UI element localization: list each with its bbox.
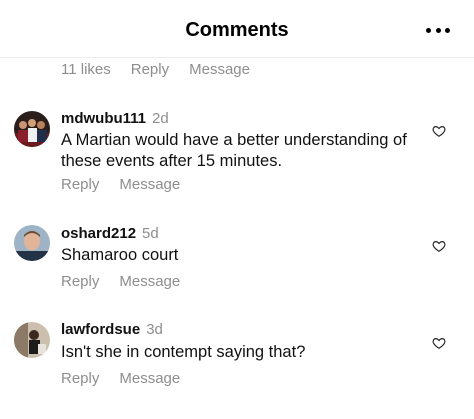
message-button[interactable]: Message — [119, 176, 180, 193]
avatar[interactable] — [14, 322, 50, 358]
previous-comment-actions: 11 likes Reply Message — [61, 61, 250, 78]
comment-actions: Reply Message — [61, 370, 180, 387]
reply-button[interactable]: Reply — [61, 273, 99, 290]
avatar[interactable] — [14, 111, 50, 147]
message-button[interactable]: Message — [119, 273, 180, 290]
heart-icon[interactable] — [432, 239, 446, 253]
comment-time: 3d — [146, 321, 163, 338]
reply-button[interactable]: Reply — [61, 370, 99, 387]
avatar[interactable] — [14, 225, 50, 261]
comment-text: Isn't she in contempt saying that? — [61, 343, 306, 361]
message-button[interactable]: Message — [119, 370, 180, 387]
comments-header: Comments — [0, 0, 474, 58]
comment-text: Shamaroo court — [61, 246, 179, 264]
page-title: Comments — [185, 19, 289, 41]
heart-icon[interactable] — [432, 336, 446, 350]
comment-header: lawfordsue 3d — [61, 321, 163, 338]
comment-text: A Martian would have a better understand… — [61, 131, 407, 170]
likes-count[interactable]: 11 likes — [61, 61, 111, 78]
comment-time: 2d — [152, 110, 169, 127]
comment-username[interactable]: lawfordsue — [61, 321, 140, 338]
comment-header: oshard212 5d — [61, 225, 159, 242]
comment-username[interactable]: oshard212 — [61, 225, 136, 242]
comment-header: mdwubu111 2d — [61, 110, 169, 127]
comment-actions: Reply Message — [61, 273, 180, 290]
more-options-icon[interactable] — [426, 22, 450, 38]
comment-time: 5d — [142, 225, 159, 242]
heart-icon[interactable] — [432, 124, 446, 138]
comment-username[interactable]: mdwubu111 — [61, 110, 146, 127]
comment-actions: Reply Message — [61, 176, 180, 193]
reply-button[interactable]: Reply — [131, 61, 169, 78]
message-button[interactable]: Message — [189, 61, 250, 78]
reply-button[interactable]: Reply — [61, 176, 99, 193]
